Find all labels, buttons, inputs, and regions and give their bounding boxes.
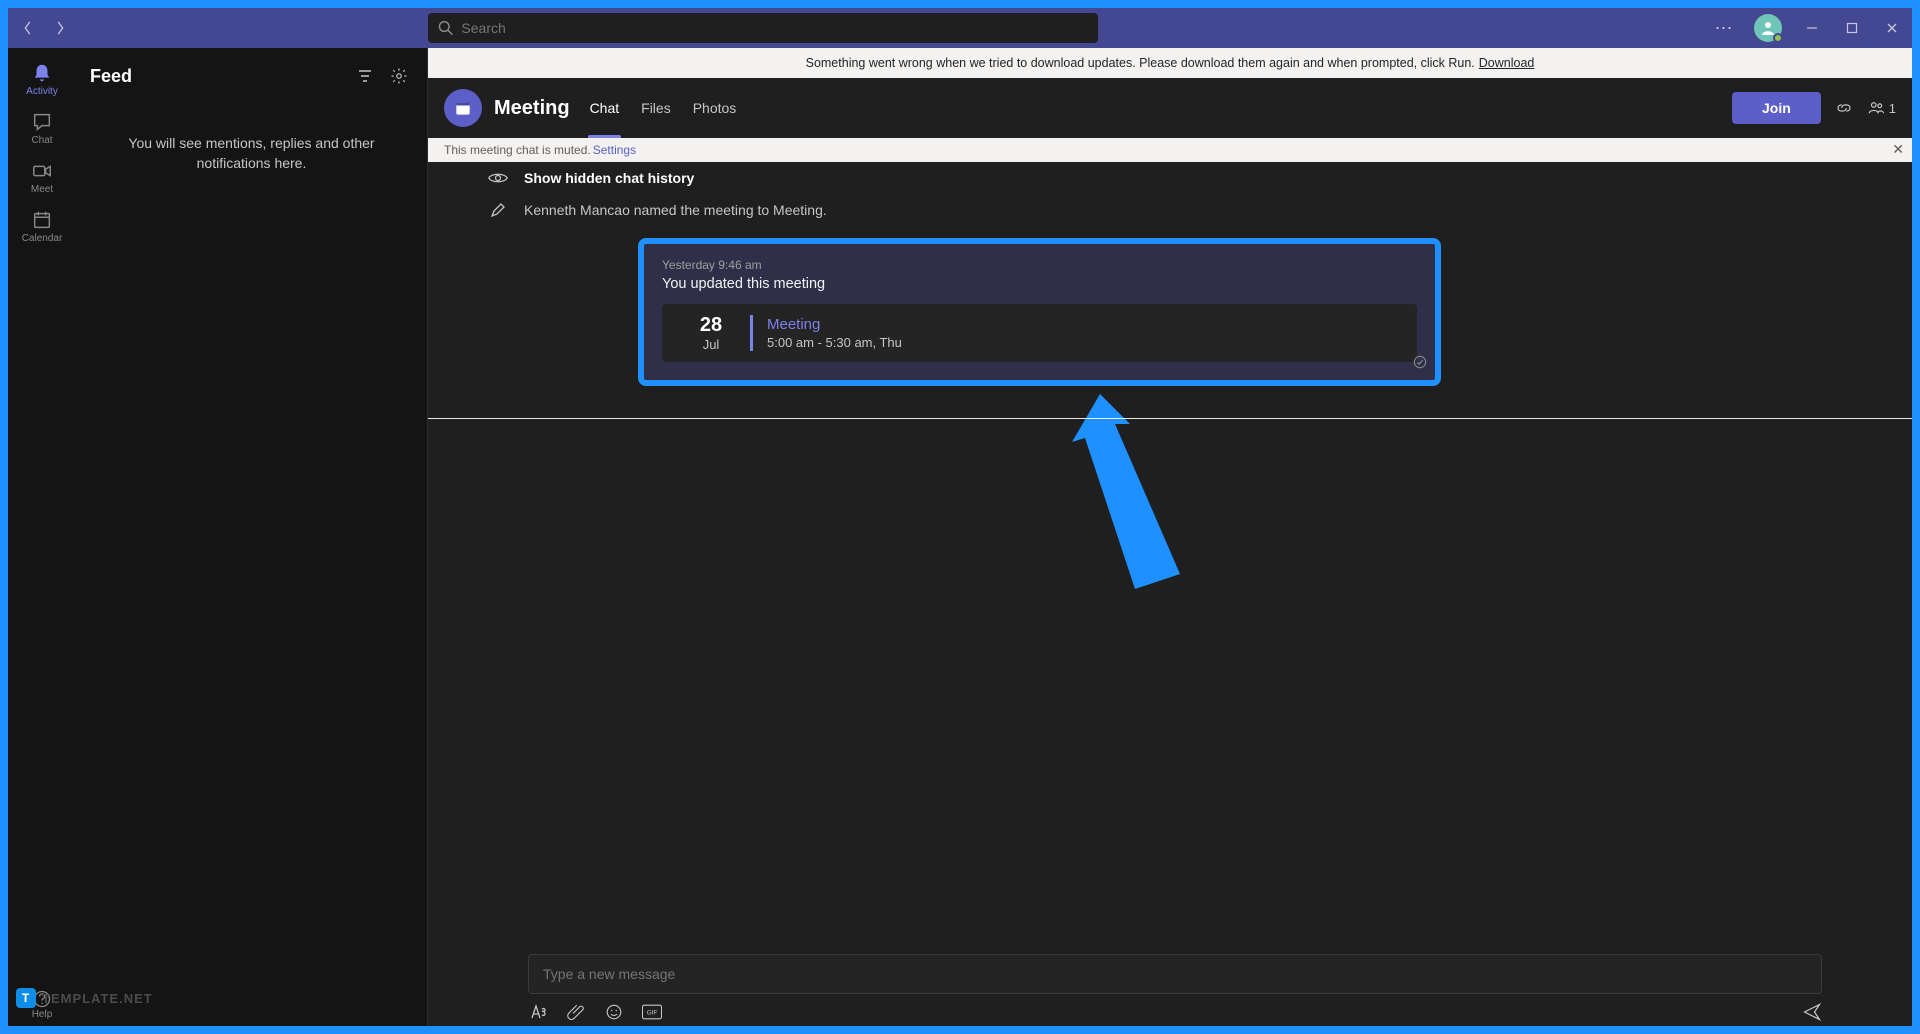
rail-label: Meet	[31, 184, 53, 195]
help-icon	[32, 989, 52, 1009]
meeting-update-message: Yesterday 9:46 am You updated this meeti…	[638, 238, 1441, 386]
gif-icon: GIF	[642, 1004, 662, 1020]
copy-link-button[interactable]	[1835, 99, 1853, 117]
message-timestamp: Yesterday 9:46 am	[662, 258, 1417, 272]
bell-icon	[31, 62, 53, 84]
download-link[interactable]: Download	[1479, 56, 1535, 70]
close-button[interactable]	[1872, 8, 1912, 48]
meeting-day: 28	[676, 314, 746, 337]
meeting-card-time: 5:00 am - 5:30 am, Thu	[767, 335, 902, 350]
nav-forward-button[interactable]	[48, 16, 72, 40]
svg-text:GIF: GIF	[647, 1010, 658, 1017]
video-icon	[31, 160, 53, 182]
emoji-icon	[605, 1003, 623, 1021]
join-button[interactable]: Join	[1732, 92, 1821, 124]
search-bar[interactable]	[428, 13, 1098, 43]
compose-input[interactable]	[528, 954, 1822, 994]
chat-area: Show hidden chat history Kenneth Mancao …	[428, 162, 1912, 1026]
format-button[interactable]	[528, 1002, 548, 1022]
calendar-icon	[31, 209, 53, 231]
show-hidden-text: Show hidden chat history	[524, 170, 694, 186]
meeting-month: Jul	[676, 337, 746, 352]
chat-tabs: Chat Files Photos	[588, 78, 739, 138]
nav-back-button[interactable]	[16, 16, 40, 40]
search-icon	[438, 20, 453, 36]
meeting-date: 28 Jul	[676, 314, 746, 352]
feed-panel: Feed You will see mentions, replies and …	[76, 48, 428, 1026]
meeting-avatar	[444, 89, 482, 127]
download-banner: Something went wrong when we tried to do…	[428, 48, 1912, 78]
gear-icon	[390, 67, 408, 85]
feed-filter-button[interactable]	[351, 62, 379, 90]
read-receipt-icon	[1413, 355, 1427, 374]
send-button[interactable]	[1802, 1002, 1822, 1022]
rail-label: Help	[32, 1009, 53, 1020]
eye-icon	[488, 171, 508, 185]
maximize-button[interactable]	[1832, 8, 1872, 48]
profile-avatar[interactable]	[1754, 14, 1782, 42]
download-banner-text: Something went wrong when we tried to do…	[806, 56, 1475, 70]
rail-activity[interactable]: Activity	[8, 56, 76, 105]
emoji-button[interactable]	[604, 1002, 624, 1022]
participants-button[interactable]: 1	[1867, 99, 1896, 117]
calendar-icon	[453, 98, 473, 118]
tab-photos[interactable]: Photos	[691, 78, 739, 138]
rail-chat[interactable]: Chat	[8, 105, 76, 154]
attach-button[interactable]	[566, 1002, 586, 1022]
pencil-icon	[488, 202, 508, 218]
muted-banner: This meeting chat is muted. Settings ✕	[428, 138, 1912, 162]
rail-label: Chat	[31, 135, 52, 146]
send-icon	[1802, 1002, 1822, 1022]
gif-button[interactable]: GIF	[642, 1002, 662, 1022]
muted-banner-close[interactable]: ✕	[1892, 141, 1904, 158]
search-input[interactable]	[461, 20, 1088, 36]
presence-badge	[1773, 33, 1783, 43]
feed-title: Feed	[90, 66, 345, 87]
main-column: Something went wrong when we tried to do…	[428, 48, 1912, 1026]
muted-settings-link[interactable]: Settings	[593, 143, 636, 157]
rail-label: Calendar	[22, 233, 63, 244]
paperclip-icon	[567, 1003, 585, 1021]
feed-empty-text: You will see mentions, replies and other…	[76, 104, 427, 203]
format-icon	[528, 1002, 548, 1022]
rename-text: Kenneth Mancao named the meeting to Meet…	[524, 202, 827, 218]
rail-calendar[interactable]: Calendar	[8, 203, 76, 252]
meeting-card[interactable]: 28 Jul Meeting 5:00 am - 5:30 am, Thu	[662, 304, 1417, 362]
feed-settings-button[interactable]	[385, 62, 413, 90]
chat-icon	[31, 111, 53, 133]
nav-rail: Activity Chat Meet Calendar Help	[8, 48, 76, 1026]
rail-label: Activity	[26, 86, 58, 97]
accent-bar	[750, 315, 753, 351]
filter-icon	[357, 68, 373, 84]
muted-banner-text: This meeting chat is muted.	[444, 143, 591, 157]
participants-count: 1	[1889, 101, 1896, 116]
message-text: You updated this meeting	[662, 276, 1417, 292]
minimize-button[interactable]	[1792, 8, 1832, 48]
rail-meet[interactable]: Meet	[8, 154, 76, 203]
meeting-title: Meeting	[494, 97, 570, 120]
link-icon	[1835, 99, 1853, 117]
annotation-arrow	[1060, 394, 1200, 614]
rename-event: Kenneth Mancao named the meeting to Meet…	[428, 194, 1912, 226]
people-icon	[1867, 99, 1885, 117]
show-hidden-history[interactable]: Show hidden chat history	[428, 162, 1912, 194]
more-button[interactable]: ⋯	[1704, 8, 1744, 48]
tab-chat[interactable]: Chat	[588, 78, 622, 138]
tab-files[interactable]: Files	[639, 78, 673, 138]
titlebar: ⋯	[8, 8, 1912, 48]
compose-area: GIF	[528, 954, 1822, 1022]
horizontal-divider	[428, 418, 1912, 419]
chat-header: Meeting Chat Files Photos Join 1	[428, 78, 1912, 138]
meeting-card-title: Meeting	[767, 316, 902, 333]
rail-help[interactable]: Help	[8, 989, 76, 1020]
